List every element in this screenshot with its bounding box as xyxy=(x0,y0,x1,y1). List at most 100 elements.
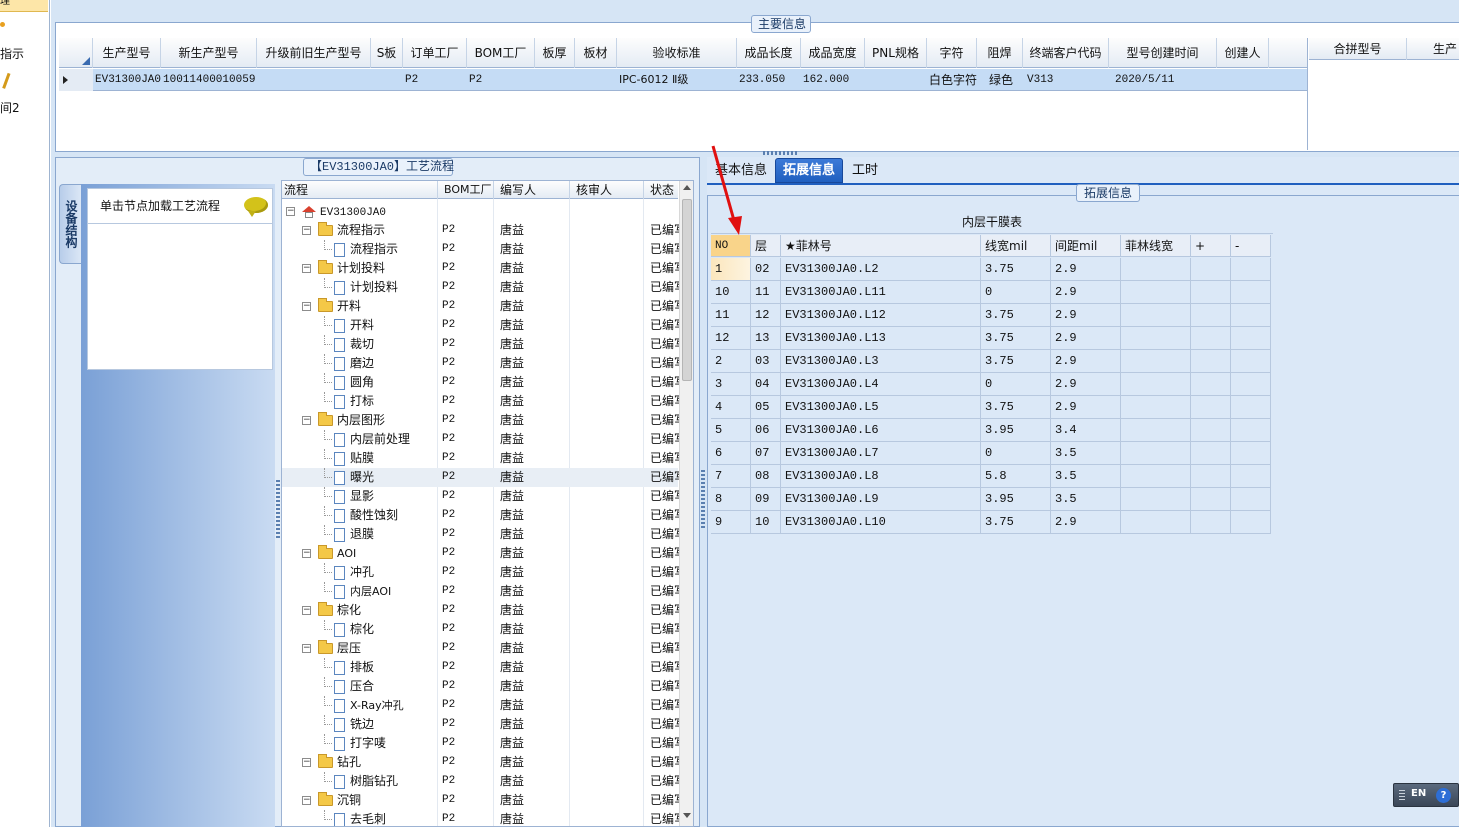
film-cell[interactable] xyxy=(1191,373,1231,396)
film-cell[interactable]: 5.8 xyxy=(981,465,1051,488)
film-cell[interactable]: EV31300JA0.L3 xyxy=(781,350,981,373)
film-cell[interactable]: 4 xyxy=(711,396,751,419)
film-cell[interactable] xyxy=(1191,442,1231,465)
film-cell[interactable] xyxy=(1121,442,1191,465)
film-cell[interactable] xyxy=(1231,304,1271,327)
film-cell[interactable] xyxy=(1191,258,1231,281)
tree-col-reviewer[interactable]: 核审人 xyxy=(570,181,644,199)
tree-row[interactable]: − 内层图形 P2 唐益 已编写 xyxy=(282,411,680,430)
tree-row[interactable]: 磨边 P2 唐益 已编写 xyxy=(282,354,680,373)
col-header-new-model[interactable]: 新生产型号 xyxy=(161,38,257,68)
film-cell[interactable]: 2.9 xyxy=(1051,373,1121,396)
film-cell[interactable]: 11 xyxy=(711,304,751,327)
tree-row[interactable]: X-Ray冲孔 P2 唐益 已编写 xyxy=(282,696,680,715)
col-header-standard[interactable]: 验收标准 xyxy=(617,38,737,68)
film-col-header[interactable]: - xyxy=(1231,235,1271,257)
film-cell[interactable]: 2.9 xyxy=(1051,304,1121,327)
tree-row[interactable]: − 层压 P2 唐益 已编写 xyxy=(282,639,680,658)
film-cell[interactable] xyxy=(1121,488,1191,511)
film-cell[interactable]: 2.9 xyxy=(1051,327,1121,350)
film-cell[interactable]: EV31300JA0.L12 xyxy=(781,304,981,327)
film-cell[interactable]: EV31300JA0.L13 xyxy=(781,327,981,350)
film-cell[interactable]: EV31300JA0.L11 xyxy=(781,281,981,304)
left-nav-item-top[interactable]: 理 xyxy=(0,0,48,12)
col-header-order-factory[interactable]: 订单工厂 xyxy=(403,38,467,68)
film-cell[interactable]: 07 xyxy=(751,442,781,465)
film-cell[interactable]: 3.75 xyxy=(981,350,1051,373)
tree-col-bom[interactable]: BOM工厂 xyxy=(438,181,494,199)
film-cell[interactable] xyxy=(1121,327,1191,350)
film-cell[interactable]: 3.75 xyxy=(981,396,1051,419)
main-info-row[interactable]: EV31300JA0 10011400010059 P2 P2 IPC-6012… xyxy=(59,69,1307,91)
tree-row[interactable]: 曝光 P2 唐益 已编写 xyxy=(282,468,680,487)
col-header-customer[interactable]: 终端客户代码 xyxy=(1023,38,1109,68)
film-cell[interactable]: 3.4 xyxy=(1051,419,1121,442)
film-col-header[interactable]: 间距mil xyxy=(1051,235,1121,257)
tree-row[interactable]: 流程指示 P2 唐益 已编写 xyxy=(282,240,680,259)
col-header-s-board[interactable]: S板 xyxy=(371,38,403,68)
film-cell[interactable]: 05 xyxy=(751,396,781,419)
scroll-thumb[interactable] xyxy=(682,199,692,381)
film-cell[interactable]: EV31300JA0.L4 xyxy=(781,373,981,396)
film-cell[interactable]: 2.9 xyxy=(1051,258,1121,281)
tree-row[interactable]: − AOI P2 唐益 已编写 xyxy=(282,544,680,563)
col-header-merge-model[interactable]: 合拼型号 xyxy=(1309,38,1407,60)
film-cell[interactable] xyxy=(1191,488,1231,511)
tree-row[interactable]: 圆角 P2 唐益 已编写 xyxy=(282,373,680,392)
tree-col-author[interactable]: 编写人 xyxy=(494,181,570,199)
film-cell[interactable] xyxy=(1121,396,1191,419)
collapse-icon[interactable]: − xyxy=(302,606,311,615)
scroll-down-arrow-icon[interactable] xyxy=(683,813,691,818)
side-tab-device-structure[interactable]: 设备结构 xyxy=(59,184,81,264)
film-cell[interactable]: 3.95 xyxy=(981,488,1051,511)
film-col-header[interactable]: + xyxy=(1191,235,1231,257)
collapse-icon[interactable]: − xyxy=(286,207,295,216)
tree-row[interactable]: 排板 P2 唐益 已编写 xyxy=(282,658,680,677)
tree-col-flow[interactable]: 流程 xyxy=(282,181,438,199)
tree-row[interactable]: 树脂钻孔 P2 唐益 已编写 xyxy=(282,772,680,791)
film-cell[interactable]: EV31300JA0.L6 xyxy=(781,419,981,442)
film-cell[interactable] xyxy=(1231,258,1271,281)
tree-row[interactable]: 贴膜 P2 唐益 已编写 xyxy=(282,449,680,468)
film-cell[interactable]: 08 xyxy=(751,465,781,488)
film-cell[interactable]: 3.75 xyxy=(981,258,1051,281)
film-cell[interactable]: 6 xyxy=(711,442,751,465)
film-cell[interactable] xyxy=(1121,258,1191,281)
film-cell[interactable]: 2.9 xyxy=(1051,281,1121,304)
film-col-header[interactable]: ★菲林号 xyxy=(781,235,981,257)
film-cell[interactable]: 0 xyxy=(981,281,1051,304)
film-col-header[interactable]: 线宽mil xyxy=(981,235,1051,257)
tree-row[interactable]: − 沉铜 P2 唐益 已编写 xyxy=(282,791,680,810)
col-header-old-model[interactable]: 升级前旧生产型号 xyxy=(257,38,371,68)
film-cell[interactable] xyxy=(1191,419,1231,442)
col-header-created[interactable]: 型号创建时间 xyxy=(1109,38,1217,68)
film-cell[interactable] xyxy=(1121,350,1191,373)
tree-row[interactable]: 压合 P2 唐益 已编写 xyxy=(282,677,680,696)
col-header-prod-side[interactable]: 生产 xyxy=(1407,38,1459,60)
film-cell[interactable] xyxy=(1121,304,1191,327)
left-nav-item-2[interactable]: 间2 xyxy=(0,99,20,116)
splitter-grip-left[interactable] xyxy=(276,480,280,540)
film-cell[interactable]: EV31300JA0.L5 xyxy=(781,396,981,419)
tab-ext-info[interactable]: 拓展信息 xyxy=(775,158,843,183)
film-cell[interactable] xyxy=(1231,327,1271,350)
film-cell[interactable]: EV31300JA0.L7 xyxy=(781,442,981,465)
col-header-length[interactable]: 成品长度 xyxy=(737,38,801,68)
tree-row[interactable]: 开料 P2 唐益 已编写 xyxy=(282,316,680,335)
film-cell[interactable] xyxy=(1231,465,1271,488)
collapse-icon[interactable]: − xyxy=(302,758,311,767)
film-cell[interactable] xyxy=(1121,281,1191,304)
film-col-header[interactable]: 菲林线宽 xyxy=(1121,235,1191,257)
col-header-char[interactable]: 字符 xyxy=(927,38,977,68)
tree-row[interactable]: 内层前处理 P2 唐益 已编写 xyxy=(282,430,680,449)
film-cell[interactable] xyxy=(1231,419,1271,442)
tree-col-status[interactable]: 状态 xyxy=(644,181,678,199)
film-cell[interactable] xyxy=(1191,350,1231,373)
tree-row[interactable]: 铣边 P2 唐益 已编写 xyxy=(282,715,680,734)
film-cell[interactable]: 3.5 xyxy=(1051,465,1121,488)
film-cell[interactable]: 09 xyxy=(751,488,781,511)
ime-bar[interactable]: EN ? xyxy=(1393,783,1459,807)
tree-row[interactable]: 去毛刺 P2 唐益 已编写 xyxy=(282,810,680,826)
film-cell[interactable] xyxy=(1191,327,1231,350)
film-cell[interactable]: EV31300JA0.L10 xyxy=(781,511,981,534)
